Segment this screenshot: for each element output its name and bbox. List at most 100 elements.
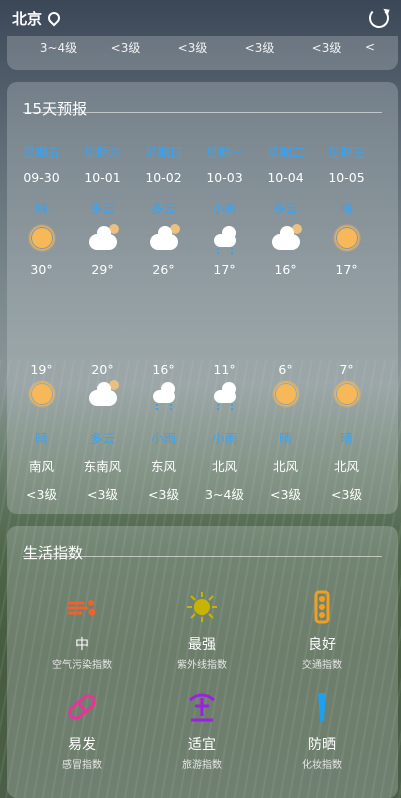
partly-cloudy-icon — [72, 380, 133, 406]
strip-wind-level: < — [364, 40, 376, 54]
date-label: 10-04 — [267, 170, 304, 185]
weekday-label: 星期二 — [266, 145, 305, 160]
life-title: 生活指数 — [23, 544, 84, 562]
night-condition: 小雨 — [211, 431, 237, 446]
life-index-item[interactable]: 适宜 旅游指数 — [137, 690, 267, 771]
hourly-wind-strip: 3~4级 <3级 <3级 <3级 <3级 < — [7, 36, 398, 70]
sun-icon — [316, 224, 377, 252]
life-index-value: 易发 — [68, 737, 96, 753]
palm-tree-icon — [185, 690, 219, 724]
wind-direction: 北风 — [211, 459, 237, 474]
strip-wind-level: <3级 — [177, 40, 208, 55]
date-label: 09-30 — [23, 170, 60, 185]
weekday-label: 星期日 — [144, 145, 183, 160]
wind-direction: 南风 — [28, 459, 54, 474]
forecast-title: 15天预报 — [23, 100, 88, 118]
strip-wind-level: <3级 — [244, 40, 275, 55]
weekday-label: 星期五 — [22, 145, 61, 160]
day-condition: 多云 — [272, 201, 298, 216]
strip-wind-level: <3级 — [110, 40, 141, 55]
cosmetic-icon — [305, 690, 339, 724]
life-index-label: 旅游指数 — [182, 760, 222, 771]
wind-direction: 东南风 — [83, 459, 122, 474]
wind-level: <3级 — [270, 487, 301, 502]
location-pin-icon — [45, 9, 63, 27]
life-index-item[interactable]: 防晒 化妆指数 — [257, 690, 387, 771]
life-index-value: 中 — [75, 637, 89, 653]
night-condition: 多云 — [89, 431, 115, 446]
wind-level: <3级 — [148, 487, 179, 502]
partly-cloudy-icon — [72, 224, 133, 250]
refresh-icon[interactable] — [369, 8, 389, 28]
city-name: 北京 — [12, 9, 43, 28]
rain-icon — [194, 226, 255, 254]
day-condition: 晴 — [35, 201, 48, 216]
weekday-label: 星期一 — [205, 145, 244, 160]
strip-wind-level: <3级 — [311, 40, 342, 55]
wind-direction: 北风 — [333, 459, 359, 474]
rain-icon — [194, 382, 255, 410]
date-label: 10-02 — [145, 170, 182, 185]
strip-wind-level: 3~4级 — [39, 40, 78, 55]
date-label: 10-03 — [206, 170, 243, 185]
wind-direction: 北风 — [272, 459, 298, 474]
low-temp: 7° — [339, 362, 354, 377]
life-index-card: 生活指数 中空气污染指数 最强 紫外线指数 良好 交通指数 易发 感冒指数 适宜 旅游指数 防晒化… — [7, 526, 398, 798]
night-condition: 晴 — [340, 431, 353, 446]
life-index-item[interactable]: 最强 紫外线指数 — [137, 590, 267, 671]
night-condition: 晴 — [35, 431, 48, 446]
day-condition: 晴 — [340, 201, 353, 216]
life-index-item[interactable]: 中空气污染指数 — [17, 590, 147, 671]
forecast-card: 15天预报 星期五 09-30 晴 30° 19° 晴南风 <3级 星期六 10-01 多云 29°… — [7, 82, 398, 514]
sun-icon — [11, 380, 72, 408]
sun-icon — [11, 224, 72, 252]
wind-level: <3级 — [87, 487, 118, 502]
weekday-label: 星期三 — [327, 145, 366, 160]
high-temp: 30° — [30, 262, 53, 277]
date-label: 10-05 — [328, 170, 365, 185]
weekday-label: 星期六 — [83, 145, 122, 160]
night-condition: 晴 — [279, 431, 292, 446]
low-temp: 11° — [213, 362, 236, 377]
life-index-item[interactable]: 易发 感冒指数 — [17, 690, 147, 771]
traffic-light-icon — [305, 590, 339, 624]
sun-icon — [316, 380, 377, 408]
high-temp: 29° — [91, 262, 114, 277]
air-pollution-icon — [65, 590, 99, 624]
life-index-label: 化妆指数 — [302, 760, 342, 771]
low-temp: 16° — [152, 362, 175, 377]
high-temp: 17° — [213, 262, 236, 277]
wind-level: <3级 — [26, 487, 57, 502]
life-index-value: 最强 — [188, 637, 216, 653]
life-index-value: 适宜 — [188, 737, 216, 753]
night-condition: 小雨 — [150, 431, 176, 446]
wind-level: 3~4级 — [205, 487, 244, 502]
life-index-value: 防晒 — [308, 737, 336, 753]
life-index-label: 空气污染指数 — [52, 660, 112, 671]
life-index-label: 紫外线指数 — [177, 660, 227, 671]
uv-sun-icon — [185, 590, 219, 624]
day-condition: 多云 — [89, 201, 115, 216]
wind-level: <3级 — [331, 487, 362, 502]
sun-icon — [255, 380, 316, 408]
low-temp: 6° — [278, 362, 293, 377]
top-bar: 北京 — [0, 0, 401, 36]
life-index-label: 交通指数 — [302, 660, 342, 671]
high-temp: 16° — [274, 262, 297, 277]
partly-cloudy-icon — [255, 224, 316, 250]
pill-icon — [65, 690, 99, 724]
low-temp: 19° — [30, 362, 53, 377]
wind-direction: 东风 — [150, 459, 176, 474]
city-selector[interactable]: 北京 — [12, 8, 63, 29]
day-condition: 多云 — [150, 201, 176, 216]
partly-cloudy-icon — [133, 224, 194, 250]
low-temp: 20° — [91, 362, 114, 377]
date-label: 10-01 — [84, 170, 121, 185]
high-temp: 26° — [152, 262, 175, 277]
life-index-label: 感冒指数 — [62, 760, 102, 771]
high-temp: 17° — [335, 262, 358, 277]
day-condition: 小雨 — [211, 201, 237, 216]
life-index-item[interactable]: 良好 交通指数 — [257, 590, 387, 671]
life-index-value: 良好 — [308, 637, 336, 653]
rain-icon — [133, 382, 194, 410]
